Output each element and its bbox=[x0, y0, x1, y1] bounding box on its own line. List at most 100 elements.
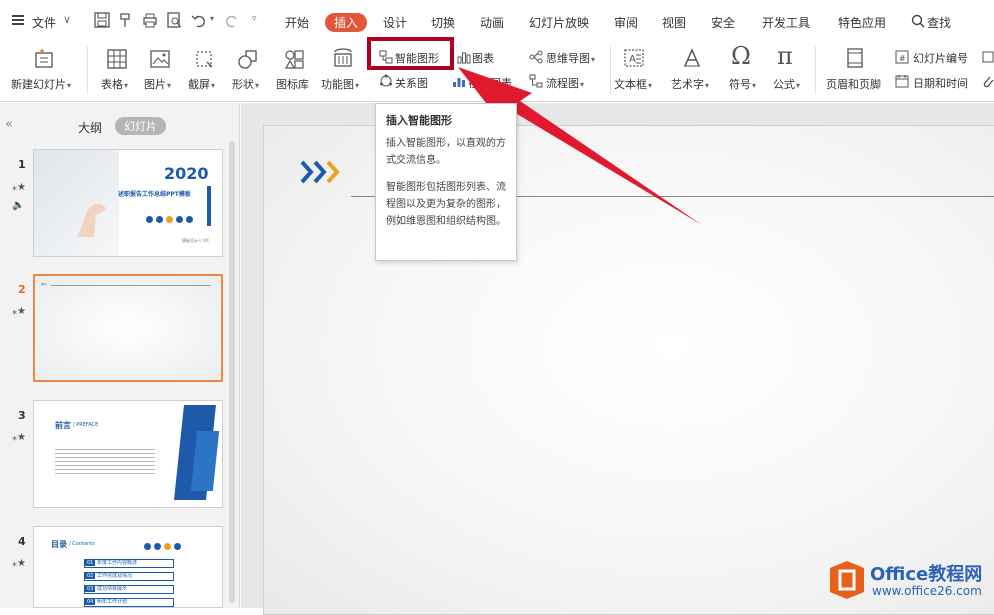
header-footer-button[interactable]: 页眉和页脚 bbox=[826, 76, 881, 92]
thumbnail-chevrons: »› bbox=[41, 281, 48, 288]
hamburger-icon[interactable] bbox=[12, 15, 24, 25]
tab-slideshow[interactable]: 幻灯片放映 bbox=[529, 14, 589, 31]
symbol-icon[interactable]: Ω bbox=[731, 42, 751, 70]
redo-icon[interactable] bbox=[223, 11, 241, 29]
screenshot-button[interactable]: 截屏▾ bbox=[188, 76, 215, 92]
attachment-icon[interactable] bbox=[982, 74, 994, 88]
thumbnail-heading-en: / PREFACE bbox=[73, 422, 99, 428]
more-icon[interactable] bbox=[982, 50, 994, 64]
shape-button[interactable]: 形状▾ bbox=[232, 76, 259, 92]
animation-star-icon: ⁎★ bbox=[12, 306, 26, 317]
thumbnail-footer: 模板设计人:XX bbox=[182, 238, 209, 243]
shape-icon[interactable] bbox=[237, 48, 259, 70]
file-menu[interactable]: 文件 bbox=[32, 14, 56, 31]
collapse-panel-icon[interactable]: « bbox=[5, 117, 13, 132]
animation-star-icon: ⁎★ bbox=[12, 558, 26, 569]
slide-thumbnail-1[interactable]: 2020 述职报告工作总结PPT模板 模板设计人:XX bbox=[33, 149, 223, 257]
thumbnail-year: 2020 bbox=[164, 164, 209, 183]
thumbnail-title: 述职报告工作总结PPT模板 bbox=[118, 191, 191, 198]
file-dropdown-icon[interactable]: ∨ bbox=[63, 13, 71, 26]
slide-number: 4 bbox=[18, 535, 26, 548]
formula-button[interactable]: 公式▾ bbox=[773, 76, 800, 92]
tab-view[interactable]: 视图 bbox=[662, 14, 686, 31]
format-painter-icon[interactable] bbox=[117, 11, 135, 29]
icon-library-button[interactable]: 图标库 bbox=[276, 76, 309, 92]
slide-number-button[interactable]: 幻灯片编号 bbox=[913, 50, 968, 66]
ribbon-divider bbox=[87, 46, 88, 94]
sound-icon: 🔈 bbox=[12, 200, 25, 211]
thumbnail-dots bbox=[146, 212, 202, 223]
relation-chart-button[interactable]: 关系图 bbox=[395, 75, 428, 91]
picture-button[interactable]: 图片▾ bbox=[144, 76, 171, 92]
smartart-tooltip: 插入智能图形 插入智能图形，以直观的方式交流信息。 智能图形包括图形列表、流程图… bbox=[375, 103, 517, 261]
chevron-decoration-icon bbox=[300, 160, 340, 184]
slide-thumbnail-3[interactable]: 前言 / PREFACE bbox=[33, 400, 223, 508]
search-icon[interactable] bbox=[911, 14, 925, 28]
datetime-icon[interactable] bbox=[895, 74, 909, 88]
tooltip-description: 插入智能图形，以直观的方式交流信息。 bbox=[386, 138, 506, 166]
table-icon[interactable] bbox=[106, 48, 128, 70]
symbol-button[interactable]: 符号▾ bbox=[729, 76, 756, 92]
screenshot-icon[interactable] bbox=[193, 48, 215, 70]
ribbon-divider bbox=[815, 46, 816, 94]
panel-scrollbar[interactable] bbox=[229, 141, 235, 603]
tab-review[interactable]: 审阅 bbox=[614, 14, 638, 31]
function-chart-button[interactable]: 功能图▾ bbox=[321, 76, 359, 92]
slide-number-icon[interactable]: # bbox=[895, 50, 909, 64]
tab-insert[interactable]: 插入 bbox=[325, 13, 368, 32]
datetime-button[interactable]: 日期和时间 bbox=[913, 75, 968, 91]
slide-number: 2 bbox=[18, 283, 26, 296]
tab-slides[interactable]: 幻灯片 bbox=[115, 117, 166, 135]
tab-design[interactable]: 设计 bbox=[383, 14, 407, 31]
thumbnail-heading-en: / Contents bbox=[69, 541, 95, 547]
svg-text:#: # bbox=[899, 54, 906, 63]
tooltip-title: 插入智能图形 bbox=[386, 114, 452, 127]
list-item: 02 工作完成及情况 bbox=[84, 572, 174, 581]
icon-library-icon[interactable] bbox=[283, 48, 305, 70]
slides-panel: « 大纲 幻灯片 1 ⁎★ 🔈 2020 述职报告工作总结PPT模板 模板设计人… bbox=[0, 103, 240, 608]
menu-bar: 文件 ∨ ▾ ▿ 开始 插入 设计 切换 动画 幻灯片放映 审阅 视图 安全 开… bbox=[0, 0, 994, 44]
tab-outline[interactable]: 大纲 bbox=[78, 119, 102, 136]
print-preview-icon[interactable] bbox=[165, 11, 183, 29]
slide-number: 1 bbox=[18, 158, 26, 171]
list-item: 01 年度工作内容概述 bbox=[84, 559, 174, 568]
thumbnail-text-lines bbox=[55, 446, 155, 476]
watermark: Office教程网 www.office26.com bbox=[828, 558, 988, 602]
list-item: 03 成功项目展示 bbox=[84, 585, 174, 594]
header-footer-icon[interactable] bbox=[845, 47, 865, 69]
thumbnail-dots bbox=[144, 539, 204, 550]
undo-dropdown-icon[interactable]: ▾ bbox=[210, 14, 214, 23]
new-slide-button[interactable]: 新建幻灯片▾ bbox=[11, 76, 71, 92]
thumbnail-line bbox=[51, 285, 211, 286]
search-button[interactable]: 查找 bbox=[927, 14, 951, 31]
slide-thumbnail-4[interactable]: 目录 / Contents 01 年度工作内容概述 02 工作完成及情况 03 … bbox=[33, 526, 223, 608]
office-logo-icon bbox=[830, 561, 864, 599]
slide-thumbnail-2[interactable]: »› bbox=[33, 274, 223, 382]
picture-icon[interactable] bbox=[149, 48, 171, 70]
table-button[interactable]: 表格▾ bbox=[101, 76, 128, 92]
new-slide-icon[interactable] bbox=[32, 47, 56, 71]
watermark-url: www.office26.com bbox=[872, 584, 982, 598]
tab-animation[interactable]: 动画 bbox=[480, 14, 504, 31]
formula-icon[interactable]: π bbox=[777, 42, 793, 70]
tab-home[interactable]: 开始 bbox=[285, 14, 309, 31]
customize-dropdown-icon[interactable]: ▿ bbox=[252, 14, 257, 24]
thumbnail-bar bbox=[207, 186, 211, 226]
list-item: 04 明年工作计划 bbox=[84, 598, 174, 607]
tab-security[interactable]: 安全 bbox=[711, 14, 735, 31]
tab-transition[interactable]: 切换 bbox=[431, 14, 455, 31]
undo-icon[interactable] bbox=[190, 11, 208, 29]
thumbnail-heading: 目录 bbox=[51, 540, 67, 549]
tooltip-details: 智能图形包括图形列表、流程图以及更为复杂的图形，例如维恩图和组织结构图。 bbox=[386, 182, 506, 227]
save-icon[interactable] bbox=[93, 11, 111, 29]
slide-number: 3 bbox=[18, 409, 26, 422]
hand-image-icon bbox=[77, 203, 106, 237]
animation-star-icon: ⁎★ bbox=[12, 182, 26, 193]
tab-special[interactable]: 特色应用 bbox=[838, 14, 886, 31]
thumbnail-heading: 前言 bbox=[55, 421, 71, 430]
tab-developer[interactable]: 开发工具 bbox=[762, 14, 810, 31]
function-chart-icon[interactable] bbox=[331, 46, 355, 70]
relation-chart-icon[interactable] bbox=[379, 74, 393, 88]
print-icon[interactable] bbox=[141, 11, 159, 29]
watermark-brand: Office教程网 bbox=[870, 564, 983, 585]
